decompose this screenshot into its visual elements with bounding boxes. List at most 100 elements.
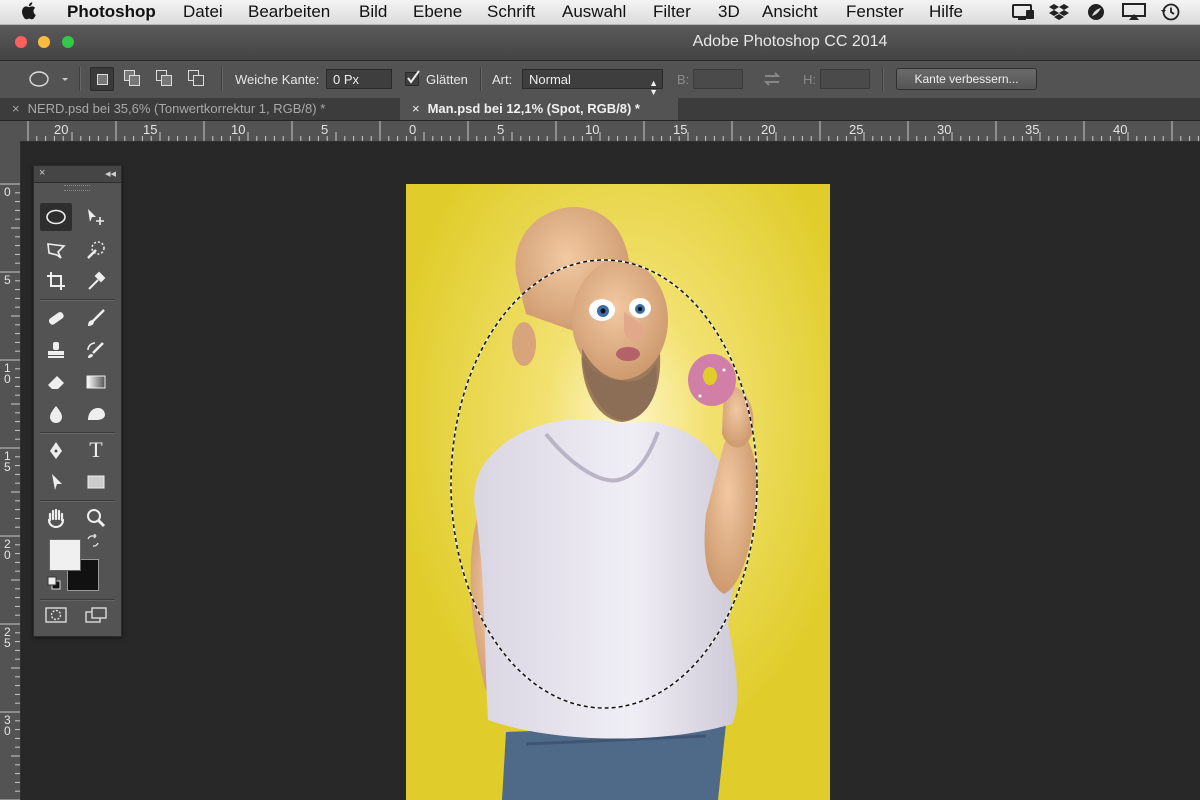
feather-input[interactable]: 0 Px — [326, 69, 392, 89]
spot-healing-icon[interactable] — [40, 304, 72, 332]
tab-man-psd[interactable]: × Man.psd bei 12,1% (Spot, RGB/8) * — [400, 98, 678, 120]
document-canvas[interactable] — [406, 184, 830, 800]
subtract-from-selection-button[interactable] — [153, 67, 175, 89]
default-colors-icon[interactable] — [47, 576, 61, 590]
select-arrows-icon: ▲ ▼ — [649, 78, 658, 97]
ruler-ticks — [27, 121, 1199, 141]
ruler-label: 15 — [4, 449, 11, 474]
antialias-label: Glätten — [426, 72, 468, 87]
menu-filter[interactable]: Filter — [653, 1, 691, 23]
style-select[interactable]: Normal ▲ ▼ — [522, 69, 663, 97]
foreground-color-swatch[interactable] — [49, 539, 81, 571]
eyedropper-icon[interactable] — [80, 267, 112, 295]
move-icon[interactable] — [80, 203, 112, 231]
ruler-label: 20 — [761, 122, 776, 137]
polygonal-lasso-icon[interactable] — [40, 236, 72, 264]
ruler-label: 5 — [321, 122, 329, 137]
ruler-label: 5 — [4, 273, 11, 287]
ruler-label: 0 — [409, 122, 417, 137]
hand-icon[interactable] — [40, 504, 72, 532]
blur-icon[interactable] — [40, 400, 72, 428]
menu-ebene[interactable]: Ebene — [413, 1, 462, 23]
close-tab-icon[interactable]: × — [12, 101, 20, 116]
menu-hilfe[interactable]: Hilfe — [929, 1, 963, 23]
elliptical-marquee-icon[interactable] — [28, 69, 68, 89]
swap-dimensions-icon[interactable] — [762, 70, 782, 88]
ruler-label: 15 — [673, 122, 688, 137]
tab-label: Man.psd bei 12,1% (Spot, RGB/8) * — [427, 101, 640, 116]
elliptical-marquee-icon[interactable] — [40, 203, 72, 231]
intersect-selection-button[interactable] — [185, 67, 207, 89]
horizontal-ruler[interactable]: 20 15 10 5 0 5 10 15 20 25 30 35 40 — [20, 121, 1200, 142]
type-icon[interactable]: T — [80, 436, 112, 464]
menu-schrift[interactable]: Schrift — [487, 1, 535, 23]
menu-datei[interactable]: Datei — [183, 1, 223, 23]
eraser-icon[interactable] — [40, 368, 72, 396]
close-panel-icon[interactable]: × — [39, 167, 45, 179]
document-image — [406, 184, 830, 800]
pen-icon[interactable] — [40, 436, 72, 464]
menu-app-photoshop[interactable]: Photoshop — [67, 1, 156, 23]
tab-nerd-psd[interactable]: × NERD.psd bei 35,6% (Tonwertkorrektur 1,… — [0, 98, 400, 120]
add-to-selection-button[interactable] — [121, 67, 143, 89]
style-select-value: Normal — [529, 72, 571, 87]
feather-label: Weiche Kante: — [235, 72, 320, 87]
quick-mask-icon[interactable] — [44, 606, 68, 624]
vertical-ruler[interactable]: 0 5 10 15 20 25 30 — [0, 141, 21, 800]
ruler-label: 0 — [4, 185, 11, 199]
style-label: Art: — [492, 72, 513, 87]
screen-mode-icon[interactable] — [84, 606, 108, 624]
window-title-bar: Adobe Photoshop CC 2014 — [0, 25, 1200, 61]
height-label: H: — [803, 72, 816, 87]
ruler-label: 20 — [54, 122, 69, 137]
path-selection-icon[interactable] — [40, 468, 72, 496]
menu-fenster[interactable]: Fenster — [846, 1, 904, 23]
ruler-label: 10 — [585, 122, 600, 137]
menu-auswahl[interactable]: Auswahl — [562, 1, 626, 23]
ruler-label: 10 — [231, 122, 246, 137]
ruler-label: 10 — [4, 361, 11, 386]
time-machine-icon[interactable] — [1160, 3, 1182, 21]
document-tabs: × NERD.psd bei 35,6% (Tonwertkorrektur 1,… — [0, 98, 1200, 121]
collapse-panel-icon[interactable]: ◂◂ — [105, 167, 116, 180]
ruler-label: 5 — [497, 122, 505, 137]
rectangle-icon[interactable] — [80, 468, 112, 496]
height-input[interactable] — [820, 69, 870, 89]
ruler-label: 15 — [143, 122, 158, 137]
ruler-origin[interactable] — [0, 121, 20, 141]
antialias-checkbox[interactable] — [405, 69, 421, 87]
ruler-label: 30 — [4, 713, 11, 738]
menu-bearbeiten[interactable]: Bearbeiten — [248, 1, 330, 23]
dodge-icon[interactable] — [80, 400, 112, 428]
panel-grip[interactable] — [64, 185, 90, 191]
quick-selection-icon[interactable] — [80, 236, 112, 264]
width-input[interactable] — [693, 69, 743, 89]
apple-icon[interactable] — [22, 1, 38, 20]
dropbox-icon[interactable] — [1048, 3, 1070, 21]
close-tab-icon[interactable]: × — [412, 101, 420, 116]
tools-panel-header[interactable]: × ◂◂ — [34, 166, 121, 183]
brush-icon[interactable] — [80, 304, 112, 332]
clone-stamp-icon[interactable] — [40, 336, 72, 364]
menu-bild[interactable]: Bild — [359, 1, 387, 23]
airplay-icon[interactable] — [1122, 3, 1146, 21]
menu-3d[interactable]: 3D — [718, 1, 740, 23]
ruler-label: 25 — [849, 122, 864, 137]
zoom-icon[interactable] — [80, 504, 112, 532]
gradient-icon[interactable] — [80, 368, 112, 396]
ruler-label: 25 — [4, 625, 11, 650]
menu-ansicht[interactable]: Ansicht — [762, 1, 818, 23]
options-bar: Weiche Kante: 0 Px Glätten Art: Normal ▲… — [0, 61, 1200, 99]
history-brush-icon[interactable] — [80, 336, 112, 364]
crop-icon[interactable] — [40, 267, 72, 295]
ruler-label: 30 — [937, 122, 952, 137]
display-icon[interactable] — [1012, 3, 1036, 21]
leaf-icon[interactable] — [1086, 3, 1106, 21]
menu-bar: Photoshop Datei Bearbeiten Bild Ebene Sc… — [0, 0, 1200, 25]
tools-panel: × ◂◂ T — [33, 165, 122, 637]
window-title: Adobe Photoshop CC 2014 — [692, 33, 888, 50]
new-selection-button[interactable] — [90, 67, 114, 91]
refine-edge-button[interactable]: Kante verbessern... — [896, 68, 1037, 90]
ruler-label: 35 — [1025, 122, 1040, 137]
swap-colors-icon[interactable] — [86, 534, 100, 548]
